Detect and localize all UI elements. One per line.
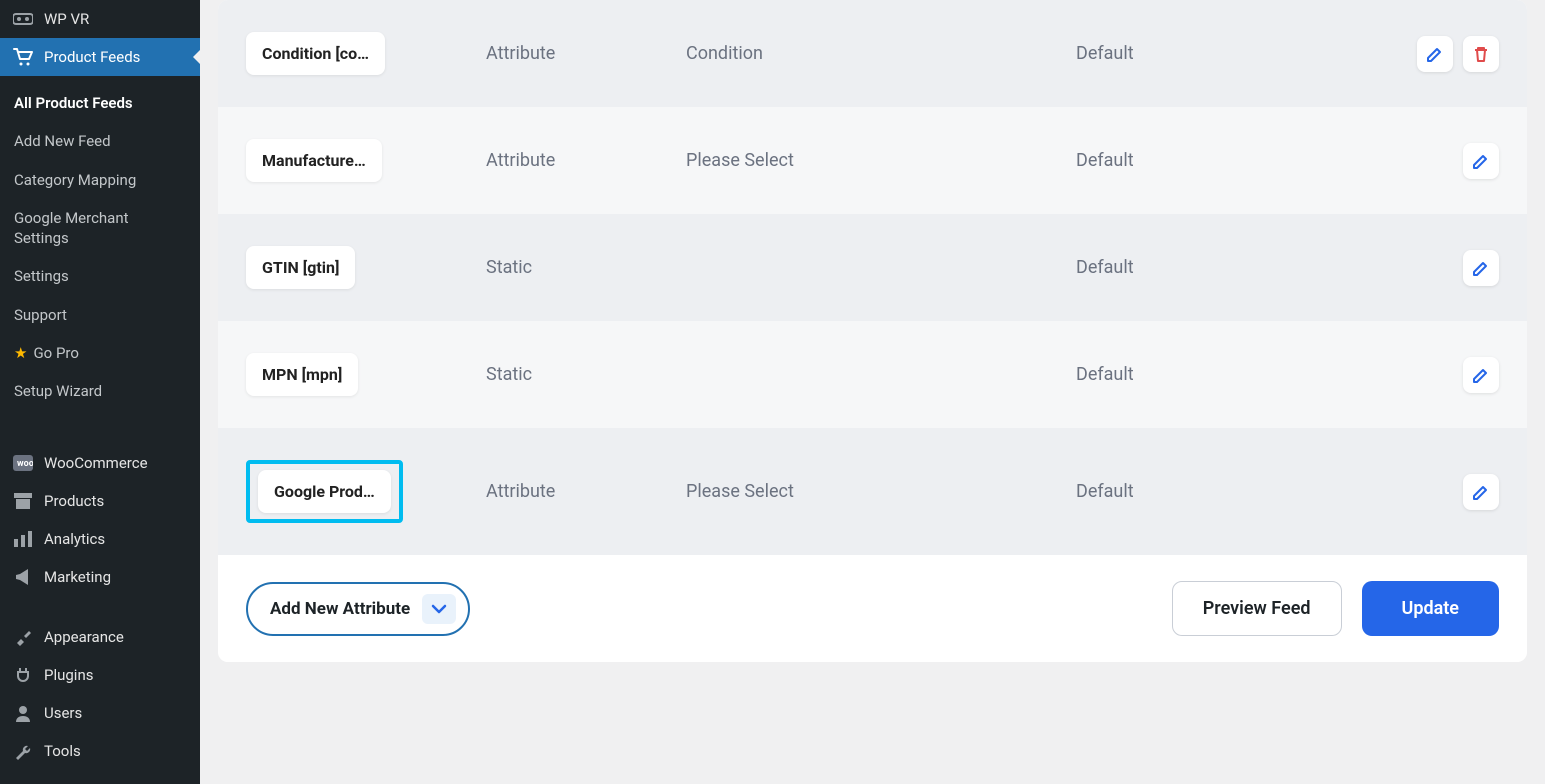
sidebar-item-plugins[interactable]: Plugins	[0, 656, 200, 694]
feed-attributes-panel: Condition [co… Attribute Condition Defau…	[218, 0, 1527, 662]
divider	[0, 422, 200, 444]
wp-admin-sidebar: WP VR Product Feeds All Product Feeds Ad…	[0, 0, 200, 784]
sidebar-label: Plugins	[44, 666, 93, 684]
attribute-type: Attribute	[486, 150, 686, 171]
pencil-icon	[1472, 366, 1490, 384]
sidebar-submenu-product-feeds: All Product Feeds Add New Feed Category …	[0, 76, 200, 422]
sidebar-item-woocommerce[interactable]: woo WooCommerce	[0, 444, 200, 482]
trash-icon	[1472, 45, 1490, 63]
attribute-type: Static	[486, 257, 686, 278]
sidebar-label: Appearance	[44, 628, 124, 646]
paintbrush-icon	[12, 628, 34, 646]
main-content: Condition [co… Attribute Condition Defau…	[200, 0, 1545, 784]
attribute-default: Default	[1076, 150, 1336, 171]
panel-footer: Add New Attribute Preview Feed Update	[218, 555, 1527, 662]
submenu-support[interactable]: Support	[0, 296, 200, 334]
sidebar-label: Analytics	[44, 530, 105, 548]
sidebar-label: Marketing	[44, 568, 111, 586]
pencil-icon	[1472, 483, 1490, 501]
sidebar-label: WooCommerce	[44, 454, 148, 472]
attribute-default: Default	[1076, 43, 1336, 64]
submenu-add-new-feed[interactable]: Add New Feed	[0, 122, 200, 160]
attribute-row: GTIN [gtin] Static Default	[218, 214, 1527, 321]
submenu-category-mapping[interactable]: Category Mapping	[0, 161, 200, 199]
sidebar-item-wpvr[interactable]: WP VR	[0, 0, 200, 38]
submenu-go-pro[interactable]: ★ Go Pro	[0, 334, 200, 372]
edit-button[interactable]	[1463, 143, 1499, 179]
attribute-name-tag[interactable]: Condition [co…	[246, 32, 385, 75]
user-icon	[12, 704, 34, 722]
sidebar-label: Users	[44, 704, 82, 722]
vr-icon	[12, 12, 34, 26]
chevron-down-icon	[422, 594, 456, 624]
attribute-value: Please Select	[686, 481, 1076, 502]
sidebar-item-products[interactable]: Products	[0, 482, 200, 520]
button-label: Add New Attribute	[270, 599, 410, 619]
attribute-default: Default	[1076, 481, 1336, 502]
attribute-value: Please Select	[686, 150, 1076, 171]
sidebar-item-analytics[interactable]: Analytics	[0, 520, 200, 558]
woocommerce-icon: woo	[12, 455, 34, 471]
megaphone-icon	[12, 569, 34, 585]
sidebar-label: Tools	[44, 742, 81, 760]
attribute-default: Default	[1076, 257, 1336, 278]
submenu-google-merchant-settings[interactable]: Google Merchant Settings	[0, 199, 200, 258]
attribute-name-tag[interactable]: Manufacture…	[246, 139, 382, 182]
archive-icon	[12, 493, 34, 509]
attribute-default: Default	[1076, 364, 1336, 385]
attribute-value: Condition	[686, 43, 1076, 64]
sidebar-label: Product Feeds	[44, 48, 140, 66]
attribute-name-tag[interactable]: GTIN [gtin]	[246, 246, 355, 289]
svg-text:woo: woo	[17, 459, 33, 469]
wrench-icon	[12, 742, 34, 760]
attribute-type: Attribute	[486, 43, 686, 64]
pencil-icon	[1472, 152, 1490, 170]
delete-button[interactable]	[1463, 36, 1499, 72]
sidebar-item-product-feeds[interactable]: Product Feeds	[0, 38, 200, 76]
pencil-icon	[1472, 259, 1490, 277]
attribute-row: Condition [co… Attribute Condition Defau…	[218, 0, 1527, 107]
attribute-name-tag[interactable]: Google Prod…	[258, 470, 391, 513]
star-icon: ★	[14, 344, 27, 362]
submenu-settings[interactable]: Settings	[0, 257, 200, 295]
edit-button[interactable]	[1463, 250, 1499, 286]
sidebar-item-appearance[interactable]: Appearance	[0, 618, 200, 656]
attribute-row: MPN [mpn] Static Default	[218, 321, 1527, 428]
update-button[interactable]: Update	[1362, 581, 1499, 636]
sidebar-label: Products	[44, 492, 104, 510]
divider	[0, 596, 200, 618]
edit-button[interactable]	[1417, 36, 1453, 72]
attribute-name-tag[interactable]: MPN [mpn]	[246, 353, 358, 396]
sidebar-label: Go Pro	[33, 344, 78, 362]
sidebar-item-marketing[interactable]: Marketing	[0, 558, 200, 596]
attribute-row: Manufacture… Attribute Please Select Def…	[218, 107, 1527, 214]
edit-button[interactable]	[1463, 357, 1499, 393]
submenu-setup-wizard[interactable]: Setup Wizard	[0, 372, 200, 410]
sidebar-item-users[interactable]: Users	[0, 694, 200, 732]
pencil-icon	[1426, 45, 1444, 63]
bar-chart-icon	[12, 531, 34, 547]
sidebar-item-tools[interactable]: Tools	[0, 732, 200, 770]
attribute-type: Static	[486, 364, 686, 385]
attribute-type: Attribute	[486, 481, 686, 502]
preview-feed-button[interactable]: Preview Feed	[1172, 581, 1342, 636]
cart-icon	[12, 48, 34, 66]
attribute-row: Google Prod… Attribute Please Select Def…	[218, 428, 1527, 555]
sidebar-label: WP VR	[44, 10, 89, 28]
edit-button[interactable]	[1463, 474, 1499, 510]
add-new-attribute-button[interactable]: Add New Attribute	[246, 582, 470, 636]
submenu-all-product-feeds[interactable]: All Product Feeds	[0, 84, 200, 122]
highlighted-attribute: Google Prod…	[246, 460, 403, 523]
plug-icon	[12, 666, 34, 684]
